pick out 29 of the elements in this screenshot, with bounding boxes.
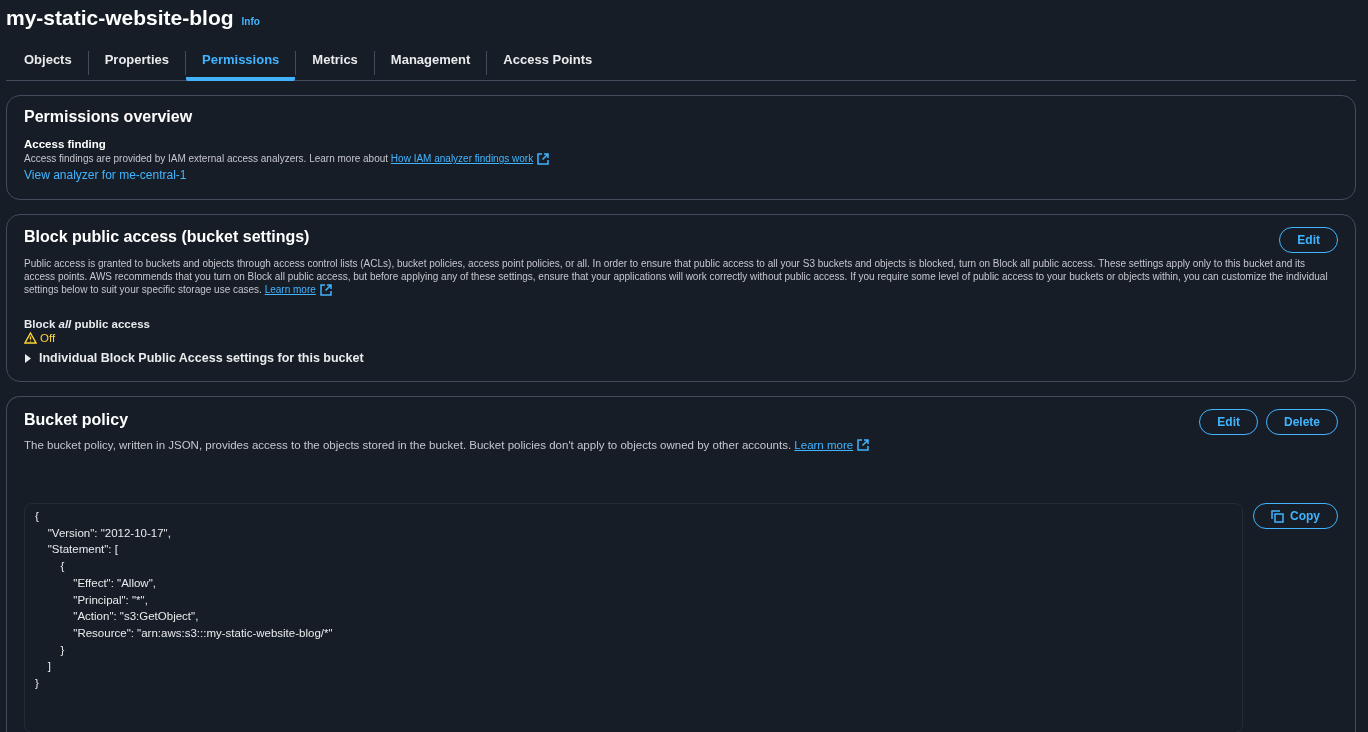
section-title: Permissions overview	[24, 108, 194, 126]
tab[interactable]: Management	[374, 45, 487, 81]
bucket-title: my-static-website-blog	[6, 6, 234, 30]
tab[interactable]: Properties	[88, 45, 185, 81]
settings-expander[interactable]: Individual Block Public Access settings for this bucket	[24, 351, 364, 365]
access-finding-label: Access finding	[24, 138, 107, 150]
warning-icon	[24, 332, 37, 344]
block-all-label: Block all public access	[24, 318, 151, 330]
tab[interactable]: Access Points	[487, 45, 609, 81]
caret-icon	[24, 353, 32, 363]
tab[interactable]: Permissions	[186, 45, 296, 81]
section-title: Bucket policy	[24, 411, 129, 429]
external-link-icon	[857, 439, 870, 451]
policy-code: { "Version": "2012-10-17", "Statement": [ { "Effect": "Allow", "Principal": "*", "Action": "s3:GetObject", "Resource": "arn:aws:s3:::my-static-website-blog/*" } ] }	[24, 503, 1243, 732]
view-analyzer-link[interactable]: View analyzer for me-central-1	[24, 168, 187, 182]
external-link-icon	[319, 283, 332, 296]
copy-icon	[1271, 509, 1284, 523]
info-link[interactable]: Info	[241, 16, 260, 27]
learn-more-link[interactable]: Learn more	[264, 283, 332, 296]
external-link-icon	[537, 152, 550, 165]
section-title: Block public access (bucket settings)	[24, 228, 310, 246]
findings-link[interactable]: How IAM analyzer findings work	[390, 152, 550, 165]
tab[interactable]: Metrics	[296, 45, 374, 81]
block-access-description: Public access is granted to buckets and objects through access control lists (ACLs), bucket policies, access point policies, or all. In order to ensure that public access to all your S3 buckets and objects is blocked, turn on Block all public access. These settings apply only to this bucket and its access points. AWS recommends that you turn on Block all public access, but before applying any of these settings, ensure that your applications will work correctly without public access. If you require some level of public access to your buckets or objects within, you can customize the individual settings below to suit your specific storage use cases. Learn more	[24, 257, 1329, 296]
tab[interactable]: Objects	[8, 45, 88, 81]
status-text: Off	[40, 332, 56, 344]
bucket-policy-description: The bucket policy, written in JSON, provides access to the objects stored in the bucket. Bucket policies don't apply to objects owned by other accounts. Learn more	[24, 439, 1338, 451]
learn-more-link[interactable]: Learn more	[794, 439, 870, 451]
access-finding-text: Access findings are provided by IAM external access analyzers. Learn more about How IAM analyzer findings work	[24, 152, 1338, 165]
